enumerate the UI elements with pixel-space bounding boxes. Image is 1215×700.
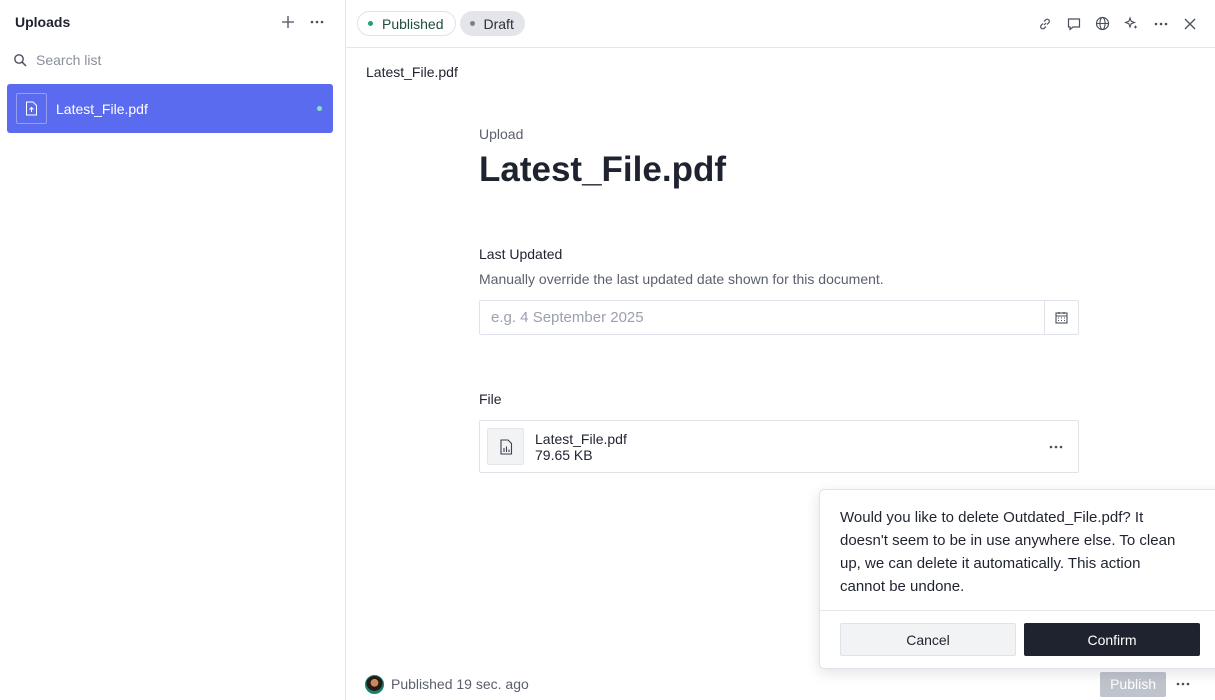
last-updated-label: Last Updated (479, 246, 563, 262)
close-icon[interactable] (1175, 9, 1204, 38)
document-type-label: Upload (479, 126, 524, 142)
document-icon (487, 428, 524, 465)
add-icon[interactable] (275, 9, 301, 35)
last-updated-field (479, 300, 1079, 335)
breadcrumb: Latest_File.pdf (366, 64, 458, 80)
file-card[interactable]: Latest_File.pdf 79.65 KB (479, 420, 1079, 473)
page-title: Latest_File.pdf (479, 150, 726, 189)
tab-draft-label: Draft (483, 15, 514, 32)
divider (820, 610, 1215, 611)
date-input[interactable] (480, 301, 1044, 334)
tab-draft[interactable]: Draft (459, 11, 525, 36)
delete-confirmation-dialog: Would you like to delete Outdated_File.p… (819, 489, 1215, 669)
file-name: Latest_File.pdf (535, 430, 627, 447)
sidebar-header: Uploads (0, 0, 345, 44)
more-icon[interactable] (1146, 9, 1175, 38)
dialog-message: Would you like to delete Outdated_File.p… (840, 509, 1176, 595)
comment-icon[interactable] (1059, 9, 1088, 38)
tab-published-label: Published (382, 15, 444, 32)
dialog-actions: Cancel Confirm (840, 623, 1200, 656)
draft-dot (469, 21, 475, 26)
more-icon[interactable] (1041, 432, 1071, 462)
avatar (365, 674, 384, 694)
last-updated-description: Manually override the last updated date … (479, 271, 884, 287)
search-input[interactable] (36, 52, 316, 68)
publish-button[interactable]: Publish (1100, 671, 1166, 697)
sidebar-search (0, 44, 345, 76)
sidebar-title: Uploads (15, 14, 71, 30)
more-icon[interactable] (304, 9, 330, 35)
link-icon[interactable] (1030, 9, 1059, 38)
document-toolbar: Published Draft (346, 0, 1215, 48)
sidebar-item-latest-file[interactable]: Latest_File.pdf (7, 84, 333, 133)
confirm-button[interactable]: Confirm (1024, 623, 1200, 656)
published-dot (368, 21, 373, 26)
sidebar: Uploads Latest_File.pdf (0, 0, 346, 700)
sparkle-icon[interactable] (1117, 9, 1146, 38)
cancel-button[interactable]: Cancel (840, 623, 1016, 656)
more-icon[interactable] (1170, 671, 1196, 697)
file-label: File (479, 391, 502, 407)
changes-indicator (317, 106, 322, 111)
sidebar-item-label: Latest_File.pdf (56, 100, 148, 117)
tab-published[interactable]: Published (357, 11, 456, 36)
publish-status: Published 19 sec. ago (391, 676, 529, 692)
document-footer: Published 19 sec. ago Publish (346, 668, 1215, 700)
file-upload-icon (16, 93, 47, 124)
file-size: 79.65 KB (535, 446, 593, 463)
calendar-icon[interactable] (1044, 301, 1078, 334)
globe-icon[interactable] (1088, 9, 1117, 38)
search-icon (12, 52, 28, 68)
